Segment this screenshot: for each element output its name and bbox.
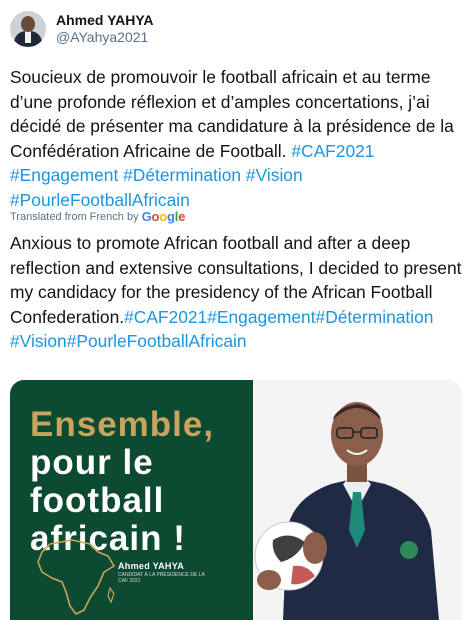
hashtag-link[interactable]: #Vision bbox=[10, 331, 67, 351]
author-avatar[interactable] bbox=[10, 11, 46, 47]
hashtag-link[interactable]: #Détermination bbox=[316, 307, 434, 327]
translated-text-tail: Confederation. bbox=[10, 306, 125, 327]
hashtag-link[interactable]: #PourleFootballAfricain bbox=[10, 190, 190, 210]
poster-line: football bbox=[30, 481, 165, 520]
africa-map-outline-icon bbox=[37, 539, 115, 615]
tweet-header: Ahmed YAHYA @AYahya2021 bbox=[10, 8, 154, 50]
poster-slogan: Ensemble, pour le football africain ! bbox=[30, 406, 214, 558]
tweet-media[interactable]: Ensemble, pour le football africain ! Ah… bbox=[10, 380, 462, 620]
hashtag-link[interactable]: #CAF2021 bbox=[291, 141, 374, 161]
tweet-translated-text: Anxious to promote African football and … bbox=[10, 231, 470, 354]
google-logo: Google bbox=[141, 209, 186, 224]
author-name[interactable]: Ahmed YAHYA bbox=[56, 12, 154, 29]
hashtag-link[interactable]: #CAF2021 bbox=[124, 307, 207, 327]
hashtag-link[interactable]: #Vision bbox=[246, 165, 303, 185]
poster-candidate-subtitle: CANDIDAT À LA PRÉSIDENCE DE LA CAF 2021 bbox=[118, 572, 205, 584]
tweet-original-text: Soucieux de promouvoir le football afric… bbox=[10, 65, 470, 213]
campaign-poster: Ensemble, pour le football africain ! Ah… bbox=[10, 380, 253, 620]
translated-text-body: Anxious to promote African football and … bbox=[10, 233, 462, 303]
poster-line: pour le bbox=[30, 443, 154, 482]
translated-label: Translated from French by bbox=[10, 210, 139, 223]
author-info: Ahmed YAHYA @AYahya2021 bbox=[56, 12, 154, 46]
hashtag-link[interactable]: #Détermination bbox=[123, 165, 241, 185]
poster-candidate-name: Ahmed YAHYA bbox=[118, 561, 184, 571]
hashtag-link[interactable]: #PourleFootballAfricain bbox=[67, 331, 247, 351]
candidate-photo bbox=[253, 380, 462, 620]
author-handle[interactable]: @AYahya2021 bbox=[56, 29, 154, 46]
translation-attribution[interactable]: Translated from French by Google bbox=[10, 209, 185, 224]
tweet-card: Ahmed YAHYA @AYahya2021 Soucieux de prom… bbox=[0, 0, 476, 620]
hashtag-link[interactable]: #Engagement bbox=[207, 307, 315, 327]
poster-line: Ensemble, bbox=[30, 405, 215, 444]
original-text-body: Soucieux de promouvoir le football afric… bbox=[10, 67, 454, 161]
hashtag-link[interactable]: #Engagement bbox=[10, 165, 118, 185]
